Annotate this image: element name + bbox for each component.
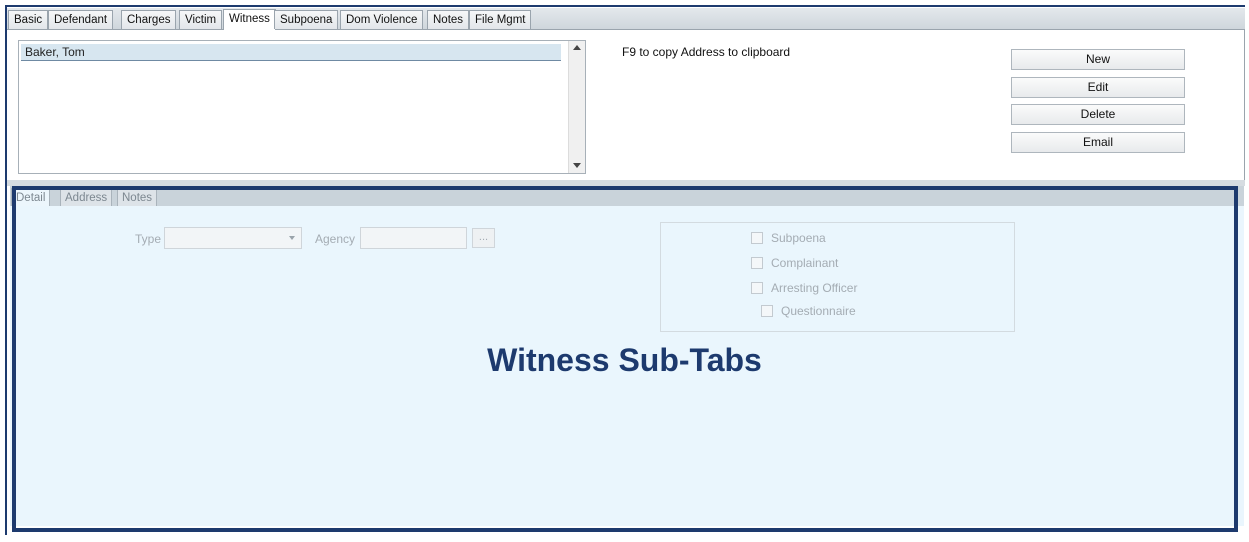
tab-witness[interactable]: Witness [223, 9, 276, 30]
main-tab-strip: Basic Defendant Charges Victim Witness S… [7, 8, 1245, 30]
clipboard-hint: F9 to copy Address to clipboard [622, 45, 791, 59]
subpoena-label: Subpoena [771, 231, 826, 245]
type-combobox[interactable] [164, 227, 302, 249]
panel-edge [1244, 30, 1245, 180]
scroll-up-icon[interactable] [573, 45, 581, 50]
tab-charges[interactable]: Charges [121, 10, 177, 29]
delete-button[interactable]: Delete [1011, 104, 1185, 125]
type-label: Type [135, 232, 162, 246]
arresting-officer-label: Arresting Officer [771, 281, 858, 295]
subtab-detail[interactable]: Detail [11, 188, 51, 206]
subtab-notes[interactable]: Notes [117, 188, 158, 206]
new-button[interactable]: New [1011, 49, 1185, 70]
agency-field[interactable] [360, 227, 467, 249]
questionnaire-label: Questionnaire [781, 304, 856, 318]
tab-defendant[interactable]: Defendant [48, 10, 114, 29]
complainant-checkbox[interactable] [751, 257, 763, 269]
chevron-down-icon[interactable] [289, 236, 295, 240]
tab-subpoena[interactable]: Subpoena [274, 10, 339, 29]
email-button[interactable]: Email [1011, 132, 1185, 153]
edit-button[interactable]: Edit [1011, 77, 1185, 98]
list-scrollbar[interactable] [568, 41, 585, 173]
agency-label: Agency [315, 232, 356, 246]
witness-list[interactable]: Baker, Tom [18, 40, 586, 174]
tab-notes[interactable]: Notes [427, 10, 470, 29]
arresting-officer-checkbox[interactable] [751, 282, 763, 294]
annotation-title: Witness Sub-Tabs [487, 342, 762, 378]
witness-list-item[interactable]: Baker, Tom [21, 44, 561, 61]
agency-browse-button[interactable]: ... [472, 228, 495, 248]
questionnaire-checkbox[interactable] [761, 305, 773, 317]
tab-file-mgmt[interactable]: File Mgmt [469, 10, 532, 29]
complainant-label: Complainant [771, 256, 839, 270]
scroll-down-icon[interactable] [573, 163, 581, 168]
sub-tab-strip: Detail Address Notes [10, 186, 1244, 206]
tab-dom-violence[interactable]: Dom Violence [340, 10, 424, 29]
subpoena-checkbox[interactable] [751, 232, 763, 244]
subtab-address[interactable]: Address [60, 188, 113, 206]
tab-basic[interactable]: Basic [8, 10, 49, 29]
tab-victim[interactable]: Victim [179, 10, 223, 29]
